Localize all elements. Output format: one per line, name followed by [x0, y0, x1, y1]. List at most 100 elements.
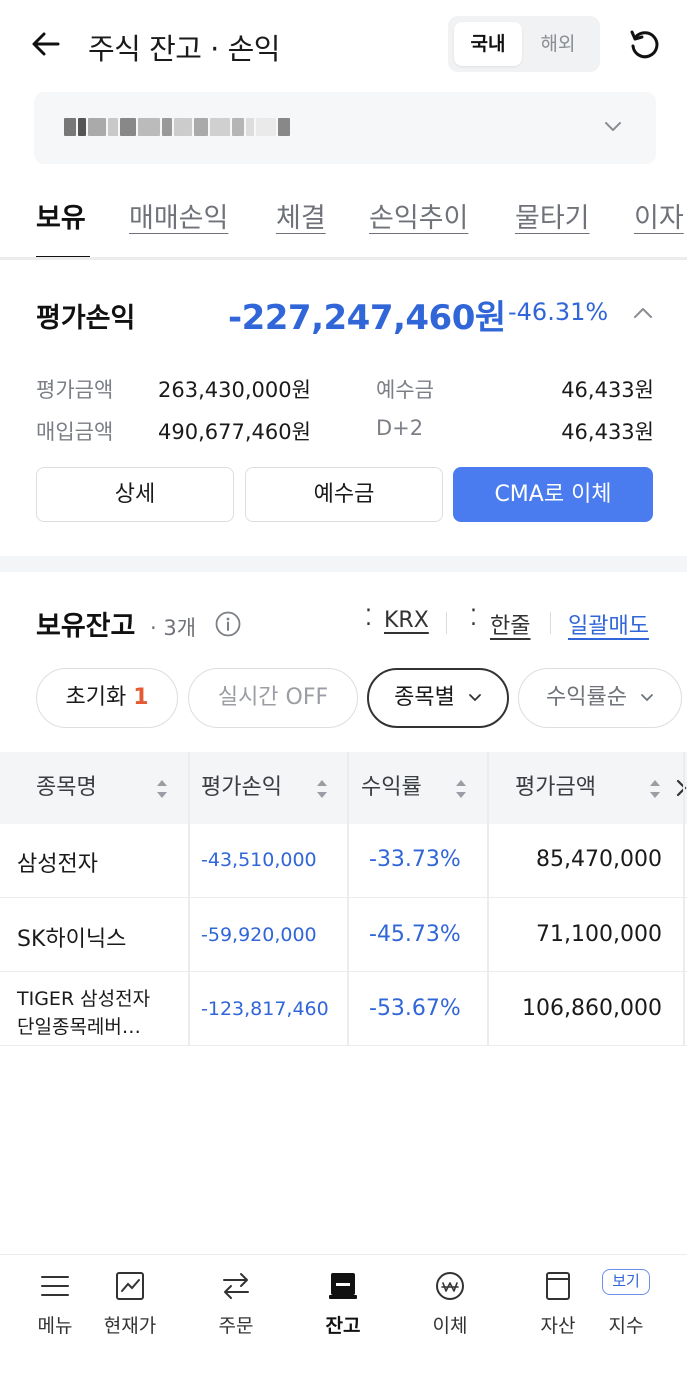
nav-label: 이체: [432, 1315, 468, 1337]
summary-label: 평가손익: [36, 303, 136, 334]
table-header: 종목명 평가손익 수익률 평가금액: [0, 752, 687, 824]
nav-balance[interactable]: 잔고: [303, 1269, 383, 1338]
nav-label: 잔고: [325, 1315, 361, 1337]
col-header-pl[interactable]: 평가손익: [201, 752, 282, 824]
bottom-navigation: 메뉴 현재가 주문 잔고 이체 자산 보기 지수: [0, 1254, 687, 1398]
nav-label: 메뉴: [37, 1315, 73, 1337]
chart-icon: [116, 1272, 144, 1300]
one-line-link[interactable]: 한줄: [490, 608, 530, 640]
reset-label: 초기화: [65, 685, 127, 710]
col-header-value[interactable]: 평가금액: [515, 752, 596, 824]
view-badge[interactable]: 보기: [602, 1269, 650, 1295]
nav-transfer[interactable]: 이체: [410, 1269, 490, 1338]
section-divider: [0, 556, 687, 572]
sort-icon[interactable]: [649, 778, 661, 800]
stock-pl: -59,920,000: [201, 924, 317, 946]
market-tab-overseas[interactable]: 해외: [524, 22, 592, 66]
d2-value: 46,433원: [561, 420, 654, 444]
transfer-won-icon: [436, 1272, 464, 1300]
bulk-sell-link[interactable]: 일괄매도: [568, 608, 649, 640]
tab-executions[interactable]: 체결: [276, 196, 326, 235]
stock-pl: -43,510,000: [201, 849, 317, 871]
sort-icon[interactable]: [156, 778, 168, 800]
nav-label: 주문: [218, 1315, 254, 1337]
deposit-button[interactable]: 예수금: [245, 467, 443, 522]
nav-label: 지수: [608, 1315, 644, 1337]
reset-count-badge: 1: [133, 685, 149, 710]
divider: [446, 612, 447, 634]
chevron-down-icon: [605, 122, 621, 131]
account-selector[interactable]: [34, 92, 656, 164]
chevron-up-icon[interactable]: [630, 302, 656, 324]
active-tab-indicator: [36, 256, 90, 257]
divider: [550, 612, 551, 634]
sort-label: 수익률순: [546, 685, 627, 710]
swap-arrows-icon: [223, 1273, 249, 1299]
chevron-down-icon: [641, 694, 653, 702]
document-icon: [546, 1272, 570, 1300]
sort-icon[interactable]: [316, 778, 328, 800]
stock-name: 삼성전자: [17, 852, 98, 877]
nav-menu[interactable]: 메뉴: [15, 1269, 95, 1338]
summary-amount: -227,247,460원: [228, 298, 506, 338]
group-by-chip[interactable]: 종목별: [367, 668, 509, 728]
stock-pl: -123,817,460: [201, 998, 329, 1020]
group-label: 종목별: [394, 685, 455, 710]
stock-name-line2: 단일종목레버…: [17, 1016, 141, 1038]
detail-button[interactable]: 상세: [36, 467, 234, 522]
col-header-rate[interactable]: 수익률: [361, 752, 422, 824]
holdings-count: · 3개: [150, 616, 197, 640]
stock-rate: -33.73%: [369, 847, 461, 872]
deposit-label: 예수금: [376, 378, 434, 402]
nav-index[interactable]: 지수: [586, 1311, 666, 1338]
stock-value: 106,860,000: [522, 996, 662, 1021]
summary-rate: -46.31%: [508, 298, 609, 326]
krx-link[interactable]: KRX: [384, 608, 429, 633]
tab-averaging[interactable]: 물타기: [515, 196, 590, 235]
stock-name: TIGER 삼성전자: [17, 988, 151, 1010]
stock-name: SK하이닉스: [17, 927, 127, 952]
reset-filter-chip[interactable]: 초기화 1: [36, 668, 178, 728]
purchase-amount-value: 490,677,460원: [158, 420, 311, 444]
nav-current-price[interactable]: 현재가: [90, 1269, 170, 1338]
tab-interest[interactable]: 이자: [634, 196, 684, 235]
market-tab-domestic[interactable]: 국내: [454, 22, 522, 66]
eval-amount-value: 263,430,000원: [158, 378, 311, 402]
tab-trade-pl[interactable]: 매매손익: [129, 196, 228, 235]
menu-icon: [41, 1276, 69, 1296]
market-segment-control: 국내 해외: [448, 16, 600, 72]
more-dots-icon: ⁚: [365, 606, 372, 631]
chevron-down-icon: [468, 694, 481, 702]
table-row[interactable]: 삼성전자 -43,510,000 -33.73% 85,470,000: [0, 824, 687, 898]
table-row[interactable]: SK하이닉스 -59,920,000 -45.73% 71,100,000: [0, 898, 687, 972]
tab-holdings[interactable]: 보유: [36, 196, 86, 235]
chevron-right-icon[interactable]: [676, 778, 687, 798]
stock-rate: -45.73%: [369, 922, 461, 947]
page-title: 주식 잔고 · 손익: [88, 32, 280, 66]
app-header: 주식 잔고 · 손익 국내 해외: [0, 0, 687, 90]
stock-value: 85,470,000: [536, 847, 662, 872]
tab-pl-trend[interactable]: 손익추이: [369, 196, 468, 235]
refresh-icon[interactable]: [626, 26, 664, 64]
stock-rate: -53.67%: [369, 996, 461, 1021]
stock-value: 71,100,000: [536, 922, 662, 947]
deposit-value: 46,433원: [561, 378, 654, 402]
sort-icon[interactable]: [455, 778, 467, 800]
eval-amount-label: 평가금액: [36, 378, 114, 402]
d2-label: D+2: [376, 416, 424, 440]
nav-label: 현재가: [103, 1315, 157, 1337]
more-dots-icon: ⁚: [470, 606, 477, 631]
sort-chip[interactable]: 수익률순: [518, 668, 682, 728]
info-icon[interactable]: [214, 610, 242, 638]
wallet-icon: [329, 1273, 357, 1299]
tab-bar: 보유 매매손익 체결 손익추이 물타기 이자: [0, 190, 687, 260]
realtime-toggle-chip[interactable]: 실시간 OFF: [188, 668, 358, 728]
purchase-amount-label: 매입금액: [36, 420, 114, 444]
holdings-title: 보유잔고: [36, 611, 136, 642]
col-header-name[interactable]: 종목명: [36, 752, 97, 824]
cma-transfer-button[interactable]: CMA로 이체: [453, 467, 653, 522]
back-arrow-icon[interactable]: [28, 26, 64, 62]
masked-account-number: [64, 116, 292, 138]
nav-order[interactable]: 주문: [196, 1269, 276, 1338]
table-row[interactable]: TIGER 삼성전자 단일종목레버… -123,817,460 -53.67% …: [0, 972, 687, 1046]
